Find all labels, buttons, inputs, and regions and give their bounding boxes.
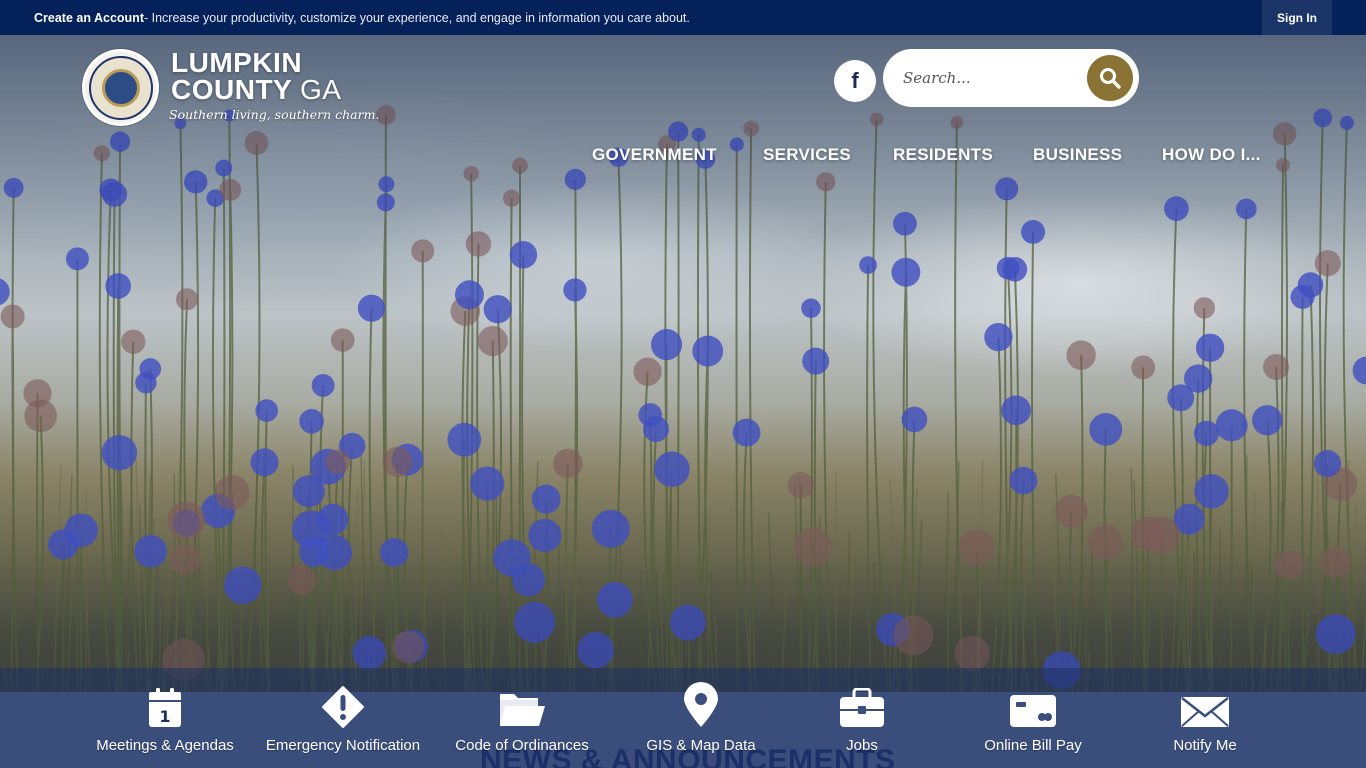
credit-card-icon (1010, 695, 1056, 727)
create-account-link[interactable]: Create an Account (34, 11, 144, 25)
site-logo[interactable]: LUMPKIN COUNTY GA Southern living, south… (82, 49, 379, 126)
quick-link-code-of-ordinances[interactable]: Code of Ordinances (432, 682, 612, 768)
logo-text: LUMPKIN COUNTY GA Southern living, south… (169, 47, 380, 123)
search-input[interactable] (903, 64, 1083, 92)
calendar-day: 1 (159, 707, 170, 726)
main-navigation: GOVERNMENT SERVICES RESIDENTS BUSINESS H… (0, 145, 1366, 169)
search-button[interactable] (1087, 55, 1133, 101)
quick-link-label: Jobs (846, 737, 878, 754)
quick-link-jobs[interactable]: Jobs (772, 682, 952, 768)
quick-link-label: Online Bill Pay (984, 737, 1082, 754)
quick-link-label: Meetings & Agendas (96, 737, 234, 754)
folder-icon (500, 694, 545, 726)
search-icon (1100, 68, 1121, 89)
search-box (883, 49, 1139, 107)
quick-link-meetings-agendas[interactable]: 1 Meetings & Agendas (75, 682, 255, 768)
quick-link-emergency-notification[interactable]: Emergency Notification (253, 682, 433, 768)
county-seal-icon (82, 49, 159, 126)
sign-in-button[interactable]: Sign In (1262, 0, 1332, 35)
logo-line-2: COUNTY GA (171, 74, 379, 105)
nav-business[interactable]: BUSINESS (1033, 145, 1122, 165)
logo-county: COUNTY (171, 74, 292, 105)
quick-link-label: Emergency Notification (265, 737, 421, 754)
nav-services[interactable]: SERVICES (763, 145, 851, 165)
envelope-icon (1181, 697, 1229, 727)
logo-line-1: LUMPKIN (171, 47, 303, 78)
nav-residents[interactable]: RESIDENTS (893, 145, 993, 165)
quick-link-label: Notify Me (1173, 737, 1237, 754)
logo-state: GA (300, 74, 342, 105)
briefcase-icon (840, 688, 884, 727)
quick-link-online-bill-pay[interactable]: Online Bill Pay (943, 682, 1123, 768)
map-pin-icon (684, 682, 718, 727)
facebook-link[interactable]: f (834, 60, 876, 102)
logo-tagline: Southern living, southern charm. (169, 107, 380, 122)
nav-government[interactable]: GOVERNMENT (592, 145, 717, 165)
calendar-icon: 1 (149, 688, 181, 727)
nav-how-do-i[interactable]: HOW DO I... (1162, 145, 1261, 165)
account-bar: Create an Account - Increase your produc… (0, 0, 1366, 35)
quick-link-label: Code of Ordinances (455, 737, 589, 754)
quick-link-gis-map-data[interactable]: GIS & Map Data (611, 682, 791, 768)
quick-link-notify-me[interactable]: Notify Me (1115, 682, 1295, 768)
facebook-icon: f (851, 68, 859, 93)
alert-diamond-icon (322, 686, 364, 728)
quick-link-label: GIS & Map Data (646, 737, 756, 754)
account-bar-message: - Increase your productivity, customize … (143, 10, 690, 25)
